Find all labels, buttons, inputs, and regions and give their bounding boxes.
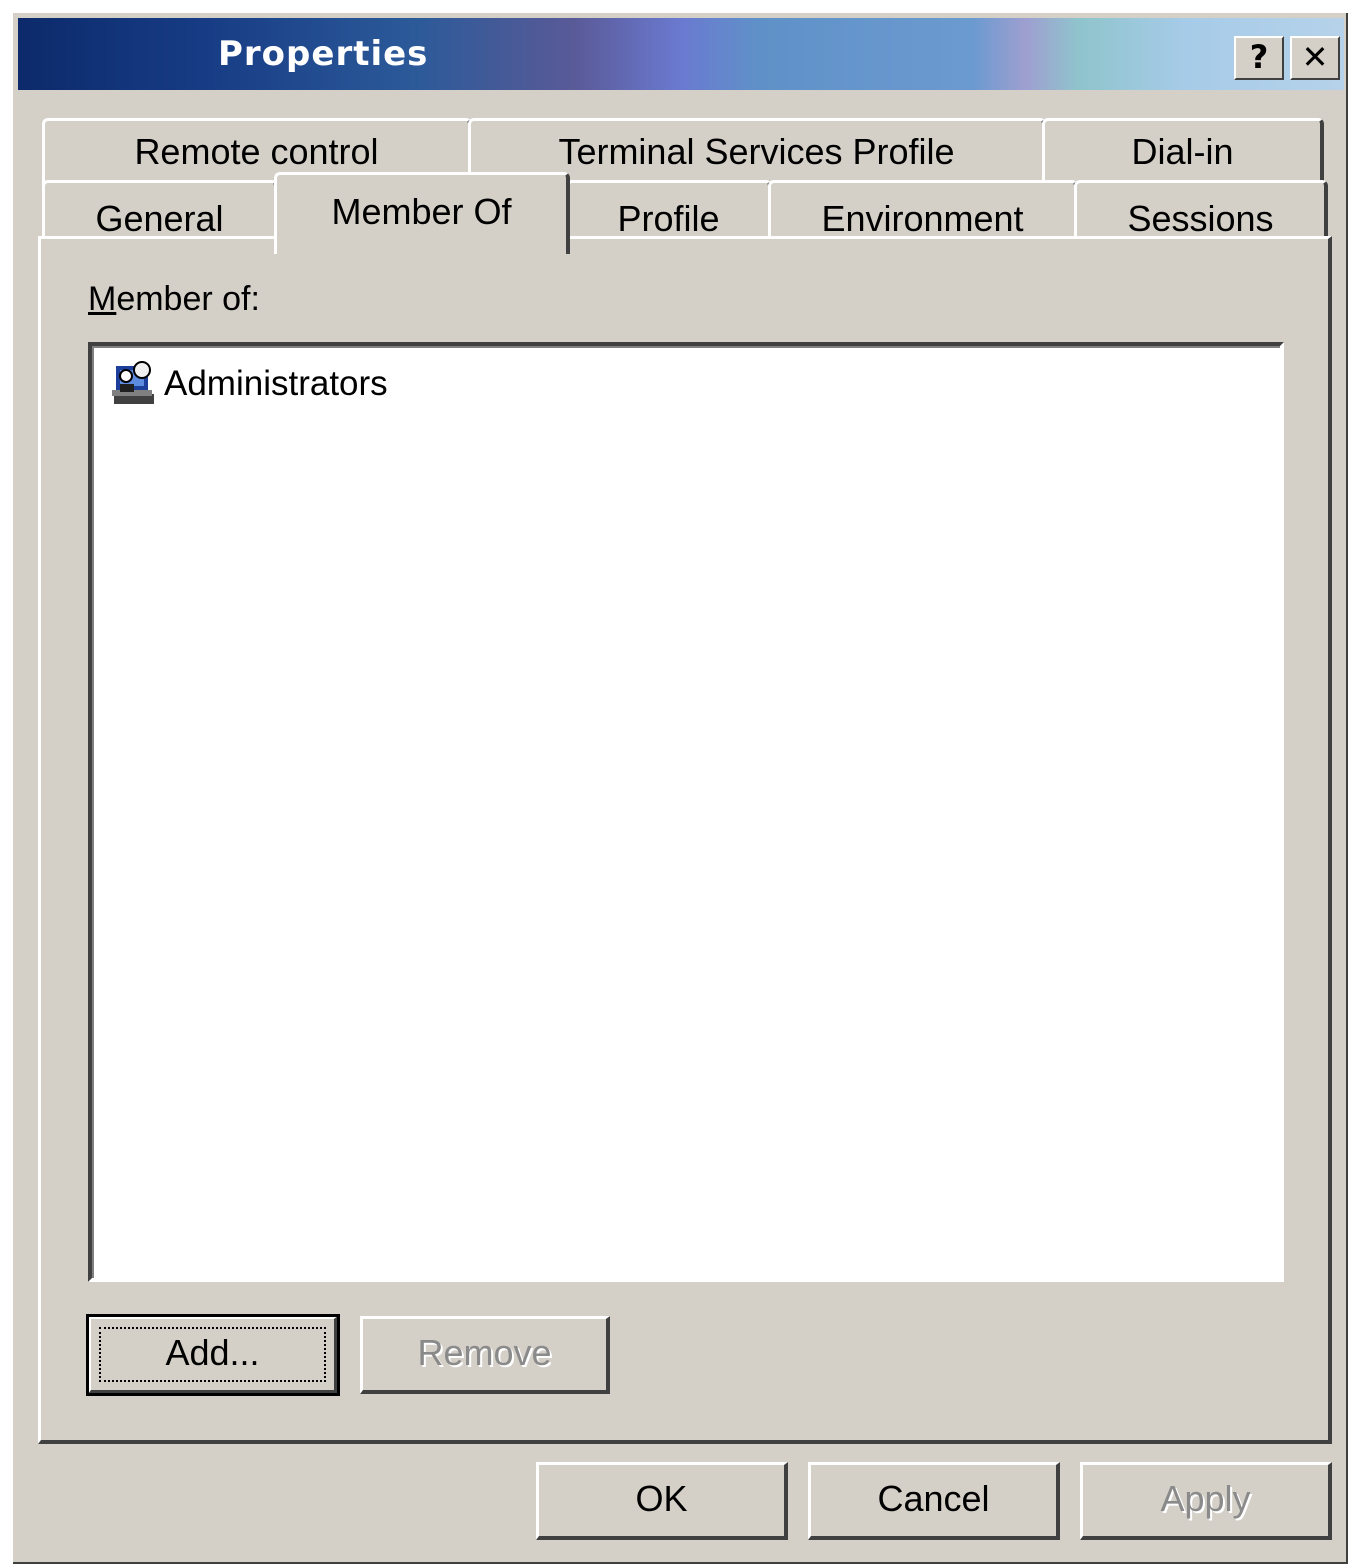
group-icon <box>112 361 154 404</box>
tab-dial-in[interactable]: Dial-in <box>1042 118 1324 188</box>
member-of-listbox[interactable]: Administrators <box>88 342 1284 1282</box>
close-button[interactable]: ✕ <box>1290 36 1340 80</box>
tab-member-of[interactable]: Member Of <box>274 172 570 254</box>
list-item[interactable]: Administrators <box>108 360 388 408</box>
apply-button[interactable]: Apply <box>1080 1462 1332 1540</box>
window-title: Properties <box>218 34 429 74</box>
ok-button[interactable]: OK <box>536 1462 788 1540</box>
member-of-label-accelerator: M <box>88 280 117 318</box>
help-button[interactable]: ? <box>1234 36 1284 80</box>
title-bar[interactable]: Properties ? ✕ <box>18 18 1344 90</box>
list-item-label: Administrators <box>164 364 388 403</box>
cancel-button[interactable]: Cancel <box>808 1462 1060 1540</box>
member-of-label: Member of: <box>88 280 260 319</box>
add-button[interactable]: Add... <box>86 1314 340 1396</box>
remove-button[interactable]: Remove <box>360 1316 610 1394</box>
member-of-label-text: ember of: <box>116 280 260 318</box>
focus-rect <box>99 1327 326 1382</box>
properties-dialog: Properties ? ✕ Remote control Terminal S… <box>12 12 1348 1564</box>
